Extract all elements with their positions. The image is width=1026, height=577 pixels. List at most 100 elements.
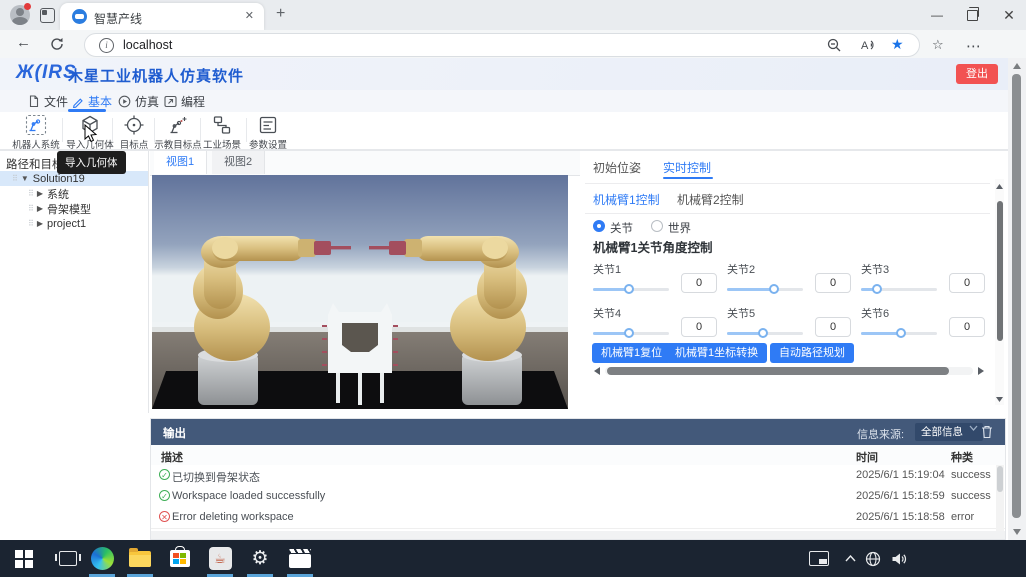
status-badge: success: [951, 490, 991, 502]
volume-icon[interactable]: [888, 540, 910, 577]
source-label: 信息来源:: [857, 426, 904, 442]
trash-icon[interactable]: [981, 425, 993, 439]
tool-parameter-settings[interactable]: 参数设置: [242, 114, 294, 151]
joint2-value-input[interactable]: [815, 273, 851, 293]
tool-industrial-scene[interactable]: 工业场景: [196, 114, 248, 151]
scroll-up-icon[interactable]: [995, 183, 1004, 190]
taskbar-store[interactable]: [166, 540, 194, 577]
browser-tab[interactable]: 智慧产线 ✕: [60, 3, 264, 30]
table-row[interactable]: ✓ 已切换到骨架状态 2025/6/1 15:19:04 success: [151, 465, 1005, 487]
chevron-right-icon[interactable]: ▶: [37, 189, 43, 198]
page-scrollbar[interactable]: [1008, 58, 1026, 540]
menu-item-programming[interactable]: 编程: [164, 92, 205, 110]
output-title: 输出: [163, 425, 186, 441]
table-row[interactable]: ✕ Error deleting workspace 2025/6/1 15:1…: [151, 507, 1005, 529]
tab-workspaces-icon[interactable]: [40, 8, 55, 23]
joint6-slider[interactable]: [861, 327, 937, 339]
new-tab-button[interactable]: +: [276, 5, 285, 23]
arm1-reset-button[interactable]: 机械臂1复位: [592, 343, 671, 363]
news-interests-icon[interactable]: [806, 540, 832, 577]
zoom-out-icon[interactable]: [827, 38, 841, 52]
start-button[interactable]: [8, 540, 40, 577]
url-bar[interactable]: i localhost A ★: [84, 33, 920, 57]
joint1-control: 关节1: [593, 261, 723, 301]
arm1-coord-transform-button[interactable]: 机械臂1坐标转换: [666, 343, 767, 363]
more-options-icon[interactable]: ⋯: [966, 37, 981, 55]
window-restore-button[interactable]: [955, 0, 989, 30]
tree-item-system[interactable]: ⠿ ▶ 系统: [0, 186, 148, 201]
logout-button[interactable]: 登出: [956, 64, 998, 84]
joint1-slider[interactable]: [593, 283, 669, 295]
read-aloud-icon[interactable]: A: [861, 38, 876, 52]
scroll-right-icon[interactable]: [977, 366, 985, 376]
network-globe-icon[interactable]: [862, 540, 884, 577]
joint3-value-input[interactable]: [949, 273, 985, 293]
3d-scene-canvas[interactable]: [152, 175, 568, 409]
joint5-value-input[interactable]: [815, 317, 851, 337]
taskbar-video-app[interactable]: [286, 540, 314, 577]
drag-handle-icon[interactable]: ⠿: [12, 174, 18, 183]
horizontal-scrollbar[interactable]: [593, 365, 985, 377]
scroll-down-icon[interactable]: [1012, 528, 1022, 536]
back-icon[interactable]: ←: [16, 34, 31, 51]
tool-robot-system[interactable]: 机器人系统: [10, 114, 62, 151]
joint4-value-input[interactable]: [681, 317, 717, 337]
menu-item-file[interactable]: 文件: [28, 92, 68, 110]
scroll-left-icon[interactable]: [593, 366, 601, 376]
joint2-slider[interactable]: [727, 283, 803, 295]
menu-item-simulation[interactable]: 仿真: [118, 92, 159, 110]
scroll-up-icon[interactable]: [1012, 62, 1022, 70]
tree-item-project1[interactable]: ⠿ ▶ project1: [0, 216, 148, 231]
tab-view1[interactable]: 视图1: [154, 151, 207, 174]
joint4-slider[interactable]: [593, 327, 669, 339]
output-hscrollbar-track[interactable]: [151, 531, 1005, 539]
subtab-arm2-control[interactable]: 机械臂2控制: [677, 191, 744, 208]
favorite-star-icon[interactable]: ★: [891, 36, 904, 53]
clapperboard-icon: [289, 554, 311, 568]
scene-nodes-icon: [211, 114, 233, 136]
radio-joint-mode[interactable]: [593, 220, 605, 232]
task-view-button[interactable]: [52, 540, 84, 577]
drag-handle-icon[interactable]: ⠿: [28, 219, 34, 228]
joint5-slider[interactable]: [727, 327, 803, 339]
tab-close-icon[interactable]: ✕: [245, 9, 254, 22]
output-scroll-thumb[interactable]: [997, 466, 1003, 492]
taskbar-settings[interactable]: ⚙: [246, 540, 274, 577]
hidden-icons-chevron[interactable]: [840, 540, 860, 577]
joint3-slider[interactable]: [861, 283, 937, 295]
site-info-icon[interactable]: i: [99, 38, 114, 53]
horizontal-scroll-thumb[interactable]: [607, 367, 949, 375]
menu-item-basic[interactable]: 基本: [72, 92, 112, 110]
panel-vertical-scrollbar[interactable]: [995, 179, 1004, 405]
joint6-value-input[interactable]: [949, 317, 985, 337]
edge-icon: [91, 547, 114, 570]
drag-handle-icon[interactable]: ⠿: [28, 189, 34, 198]
refresh-icon[interactable]: [50, 37, 64, 51]
tab-initial-pose[interactable]: 初始位姿: [593, 159, 641, 176]
chevron-right-icon[interactable]: ▶: [37, 204, 43, 213]
page-scroll-thumb[interactable]: [1012, 74, 1021, 518]
tab-realtime-control[interactable]: 实时控制: [663, 159, 711, 176]
joint1-value-input[interactable]: [681, 273, 717, 293]
auto-path-planning-button[interactable]: 自动路径规划: [770, 343, 854, 363]
taskbar-explorer[interactable]: [126, 540, 154, 577]
window-minimize-button[interactable]: —: [920, 0, 954, 30]
scroll-down-icon[interactable]: [995, 396, 1004, 403]
url-text[interactable]: localhost: [123, 38, 172, 52]
taskbar-java-app[interactable]: ☕: [206, 540, 234, 577]
chevron-down-icon[interactable]: ▼: [21, 174, 29, 183]
taskbar-edge[interactable]: [88, 540, 116, 577]
collections-icon[interactable]: ☆: [932, 37, 944, 53]
panel-scroll-thumb[interactable]: [997, 201, 1003, 341]
tree-item-skeleton-model[interactable]: ⠿ ▶ 骨架模型: [0, 201, 148, 216]
tab-view2[interactable]: 视图2: [212, 151, 265, 174]
chevron-right-icon[interactable]: ▶: [37, 219, 43, 228]
window-close-button[interactable]: ✕: [992, 0, 1026, 30]
output-vertical-scrollbar[interactable]: [996, 465, 1004, 531]
radio-world-mode[interactable]: [651, 220, 663, 232]
drag-handle-icon[interactable]: ⠿: [28, 204, 34, 213]
tree-panel: 路径和目标点 ⠿ ▼ Solution19 ⠿ ▶ 系统 ⠿ ▶ 骨架模型: [0, 151, 149, 413]
subtab-arm1-control[interactable]: 机械臂1控制: [593, 191, 660, 208]
status-badge: error: [951, 511, 974, 523]
table-row[interactable]: ✓ Workspace loaded successfully 2025/6/1…: [151, 486, 1005, 508]
